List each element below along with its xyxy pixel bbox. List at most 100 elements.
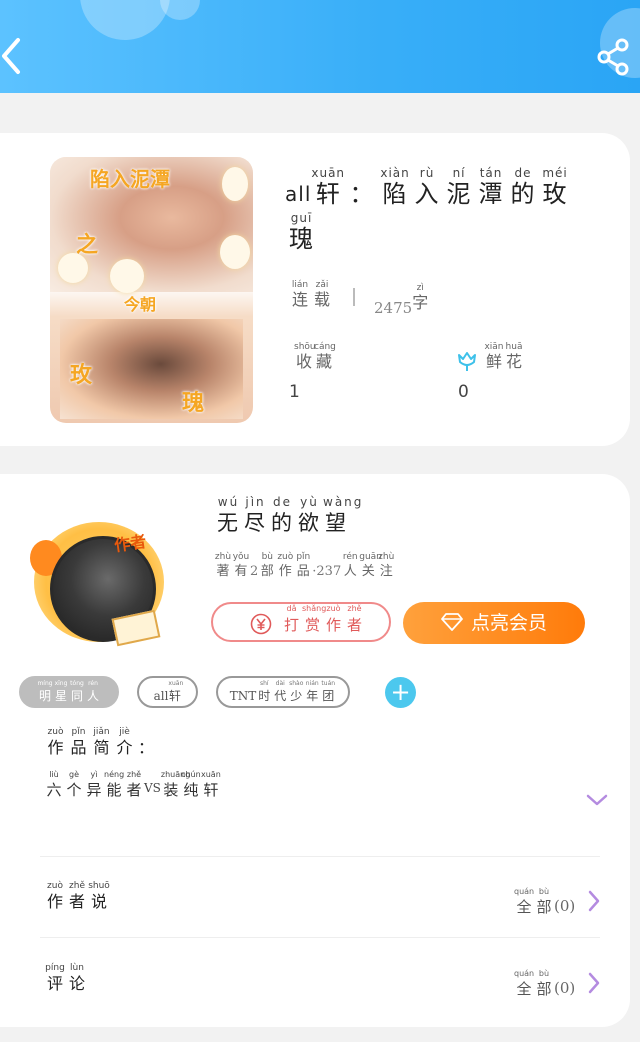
title-char: méi 玫 (542, 166, 568, 209)
share-icon[interactable] (596, 36, 630, 76)
cover-flower (220, 235, 250, 269)
book-cover[interactable]: 陷入泥潭 之 今朝 玫 瑰 (50, 157, 253, 423)
stat-char: zhù 著 (214, 552, 232, 579)
tag-all-xuan[interactable]: all xuān 轩 (137, 676, 198, 708)
stat-char: yǒu 有 (232, 552, 250, 579)
author-avatar[interactable]: 作者 (30, 518, 170, 648)
author-says-row[interactable]: zuò 作 zhě 者 shuō 说 (44, 881, 110, 913)
tag-char: xuān 轩 (168, 680, 184, 703)
author-says-count[interactable]: quán 全 bù 部 (0) (514, 887, 575, 917)
count-value: (0) (554, 979, 576, 997)
title-char: xuān 轩 (311, 166, 346, 209)
row-char: lùn 论 (68, 963, 85, 993)
stat-char: zuò 作 (277, 552, 294, 579)
stat-char: guān 关 (359, 552, 382, 579)
yen-icon (250, 613, 272, 635)
add-tag-button[interactable]: + (385, 677, 416, 708)
favorites-label[interactable]: shōu 收 cáng 藏 (294, 342, 336, 372)
tag-label: TNT shí 时 dài 代 shào 少 nián 年 tuán 团 (218, 679, 348, 705)
title-char: tán 潭 (478, 166, 504, 209)
tag-prefix: all (153, 689, 169, 703)
author-tag: 作者 (113, 531, 148, 556)
intro-title-char: zuò 作 (47, 727, 64, 757)
tag-char: shí 时 (258, 680, 271, 703)
tag-char: míng 明 (37, 680, 53, 703)
author-name-char: de 的 (271, 495, 294, 536)
row-char: zhě 者 (68, 881, 85, 911)
book-title-line2: guī 瑰 (289, 211, 314, 254)
author-name-char: wú 无 (217, 495, 240, 536)
intro-text: liù 六 gè 个 yì 异 néng 能 zhě 者 VS zhuāng 装 chún 纯 xuān 轩 (44, 770, 221, 800)
reward-char: zuò 作 (325, 604, 341, 634)
row-count-char: quán 全 (514, 887, 535, 916)
top-bar (0, 0, 640, 93)
intro-char: chún 纯 (181, 770, 201, 799)
chevron-left-icon[interactable] (0, 36, 26, 76)
book-title: all xuān 轩： xiàn 陷 rù 入 ní 泥 tán 潭 de 的 méi 玫 (285, 166, 571, 209)
row-char: shuō 说 (88, 881, 110, 911)
unlock-vip-button[interactable]: 点亮会员 (403, 602, 585, 644)
comments-row[interactable]: píng 评 lùn 论 (44, 963, 88, 995)
tag-tnt[interactable]: TNT shí 时 dài 代 shào 少 nián 年 tuán 团 (216, 676, 350, 708)
cover-text: 今朝 (124, 295, 157, 314)
title-char: de 的 (510, 166, 536, 209)
chevron-right-icon[interactable] (586, 971, 602, 995)
title-char: guī 瑰 (289, 211, 314, 254)
decor-bubble (80, 0, 170, 40)
reward-char: zhě 者 (346, 604, 362, 634)
author-name[interactable]: wú 无 jìn 尽 de 的 yù 欲 wàng 望 (215, 495, 364, 537)
chevron-right-icon[interactable] (586, 889, 602, 913)
author-name-char: jìn 尽 (244, 495, 267, 536)
row-count-char: quán 全 (514, 969, 535, 998)
word-unit: zì 字 (412, 283, 429, 312)
title-char: rù 入 (414, 166, 440, 209)
tag-label: míng 明 xīng 星 tóng 同 rén 人 (21, 679, 117, 705)
intro-char: néng 能 (104, 770, 125, 799)
intro-char: yì 异 (86, 770, 102, 799)
followers-count: ·237 (312, 564, 342, 579)
intro-vs: VS (144, 781, 161, 795)
tag-char: nián 年 (305, 680, 319, 703)
fav-char: shōu 收 (294, 342, 316, 371)
flowers-label[interactable]: xiān 鲜 huā 花 (456, 342, 524, 372)
intro-char: zhuāng 装 (160, 770, 191, 799)
intro-char: liù 六 (46, 770, 62, 799)
title-char: ： (349, 180, 375, 208)
title-prefix: all (285, 182, 312, 206)
divider (40, 856, 600, 857)
stat-char: pǐn 品 (296, 552, 311, 579)
tulip-icon (458, 352, 476, 371)
stat-char: bù 部 (260, 552, 274, 579)
row-count-char: bù 部 (536, 969, 552, 998)
vip-button-label: 点亮会员 (470, 612, 547, 634)
cover-text: 瑰 (182, 391, 205, 416)
tag-char: rén 人 (86, 680, 99, 703)
flower-char: huā 花 (505, 342, 523, 371)
intro-title-char: jiǎn 简 (93, 727, 110, 757)
reward-author-button[interactable]: dǎ 打 shǎng 赏 zuò 作 zhě 者 (211, 602, 391, 642)
title-char: ní 泥 (446, 166, 472, 209)
intro-title-char: ： (137, 738, 154, 757)
serial-status: lián 连 zǎi 载 (289, 280, 333, 310)
tag-char: tuán 团 (321, 680, 336, 703)
diamond-icon (441, 612, 463, 631)
title-char: xiàn 陷 (380, 166, 410, 209)
cover-text: 陷入泥潭 (90, 167, 170, 191)
stat-char: rén 人 (342, 552, 358, 579)
chevron-down-icon[interactable] (585, 792, 609, 808)
cover-flower (110, 259, 144, 293)
author-name-char: wàng 望 (323, 495, 364, 536)
word-count-value: 2475 (374, 299, 413, 317)
intro-char: xuān 轩 (201, 770, 221, 799)
flowers-count: 0 (458, 382, 469, 402)
reward-label: dǎ 打 shǎng 赏 zuò 作 zhě 者 (281, 604, 365, 636)
row-char: zuò 作 (46, 881, 63, 911)
cover-text: 玫 (70, 363, 93, 388)
comments-count[interactable]: quán 全 bù 部 (0) (514, 969, 575, 999)
status-divider (353, 288, 355, 306)
reward-char: shǎng 赏 (302, 604, 327, 634)
decor-bubble (160, 0, 200, 20)
tag-celebrity-fanfic[interactable]: míng 明 xīng 星 tóng 同 rén 人 (19, 676, 119, 708)
favorites-count: 1 (289, 382, 300, 402)
status-char: lián 连 (291, 280, 309, 309)
